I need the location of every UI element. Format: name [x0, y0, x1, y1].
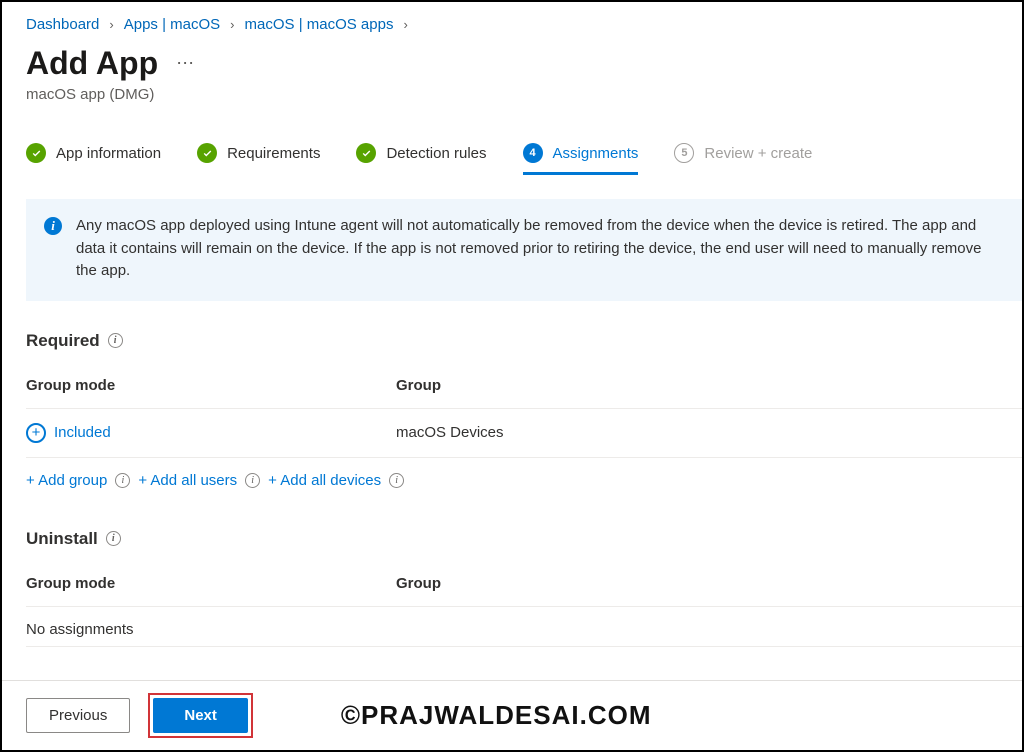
tab-label: Assignments [553, 145, 639, 162]
watermark-text: ©PRAJWALDESAI.COM [341, 700, 652, 731]
plus-circle-icon: + [26, 423, 46, 443]
tab-app-information[interactable]: App information [26, 143, 161, 173]
info-icon: i [44, 217, 62, 235]
breadcrumb-link-dashboard[interactable]: Dashboard [26, 16, 99, 33]
info-icon[interactable]: i [115, 473, 130, 488]
info-icon[interactable]: i [389, 473, 404, 488]
group-name: macOS Devices [396, 424, 1022, 441]
page-title: Add App [26, 45, 158, 82]
more-actions-button[interactable]: ⋯ [176, 53, 195, 74]
breadcrumb-link-apps-macos[interactable]: Apps | macOS [124, 16, 220, 33]
tab-assignments[interactable]: 4 Assignments [523, 143, 639, 173]
check-icon [197, 143, 217, 163]
previous-button[interactable]: Previous [26, 698, 130, 733]
column-header-group: Group [396, 377, 1022, 394]
no-assignments-text: No assignments [26, 607, 1022, 647]
column-header-group-mode: Group mode [26, 377, 396, 394]
required-title: Required [26, 331, 100, 351]
uninstall-title: Uninstall [26, 529, 98, 549]
breadcrumb-link-macos-apps[interactable]: macOS | macOS apps [245, 16, 394, 33]
info-icon[interactable]: i [108, 333, 123, 348]
add-all-users-link[interactable]: + Add all users [138, 472, 237, 489]
chevron-right-icon: › [403, 17, 407, 32]
required-section: Required i Group mode Group + Included m… [26, 331, 1022, 489]
table-row[interactable]: + Included macOS Devices [26, 409, 1022, 458]
info-icon[interactable]: i [245, 473, 260, 488]
check-icon [356, 143, 376, 163]
next-button[interactable]: Next [153, 698, 248, 733]
tab-detection-rules[interactable]: Detection rules [356, 143, 486, 173]
tab-label: Detection rules [386, 145, 486, 162]
highlight-annotation: Next [148, 693, 253, 738]
group-mode-label: Included [54, 424, 111, 441]
step-number-icon: 5 [674, 143, 694, 163]
uninstall-section: Uninstall i Group mode Group No assignme… [26, 529, 1022, 647]
info-banner-text: Any macOS app deployed using Intune agen… [76, 215, 1004, 283]
required-actions: + Add group i + Add all users i + Add al… [26, 472, 1022, 489]
uninstall-table: Group mode Group No assignments [26, 575, 1022, 647]
chevron-right-icon: › [109, 17, 113, 32]
group-mode-included[interactable]: + Included [26, 423, 396, 443]
breadcrumb: Dashboard › Apps | macOS › macOS | macOS… [26, 14, 1022, 33]
tab-requirements[interactable]: Requirements [197, 143, 320, 173]
wizard-footer: Previous Next ©PRAJWALDESAI.COM [2, 680, 1022, 750]
step-number-icon: 4 [523, 143, 543, 163]
page-subtitle: macOS app (DMG) [26, 86, 1022, 103]
column-header-group-mode: Group mode [26, 575, 396, 592]
column-header-group: Group [396, 575, 1022, 592]
check-icon [26, 143, 46, 163]
chevron-right-icon: › [230, 17, 234, 32]
tab-label: App information [56, 145, 161, 162]
add-group-link[interactable]: + Add group [26, 472, 107, 489]
tab-label: Requirements [227, 145, 320, 162]
info-icon[interactable]: i [106, 531, 121, 546]
tab-review-create[interactable]: 5 Review + create [674, 143, 812, 173]
tab-label: Review + create [704, 145, 812, 162]
required-table: Group mode Group + Included macOS Device… [26, 377, 1022, 458]
add-all-devices-link[interactable]: + Add all devices [268, 472, 381, 489]
wizard-steps: App information Requirements Detection r… [26, 143, 1022, 173]
info-banner: i Any macOS app deployed using Intune ag… [26, 199, 1022, 301]
